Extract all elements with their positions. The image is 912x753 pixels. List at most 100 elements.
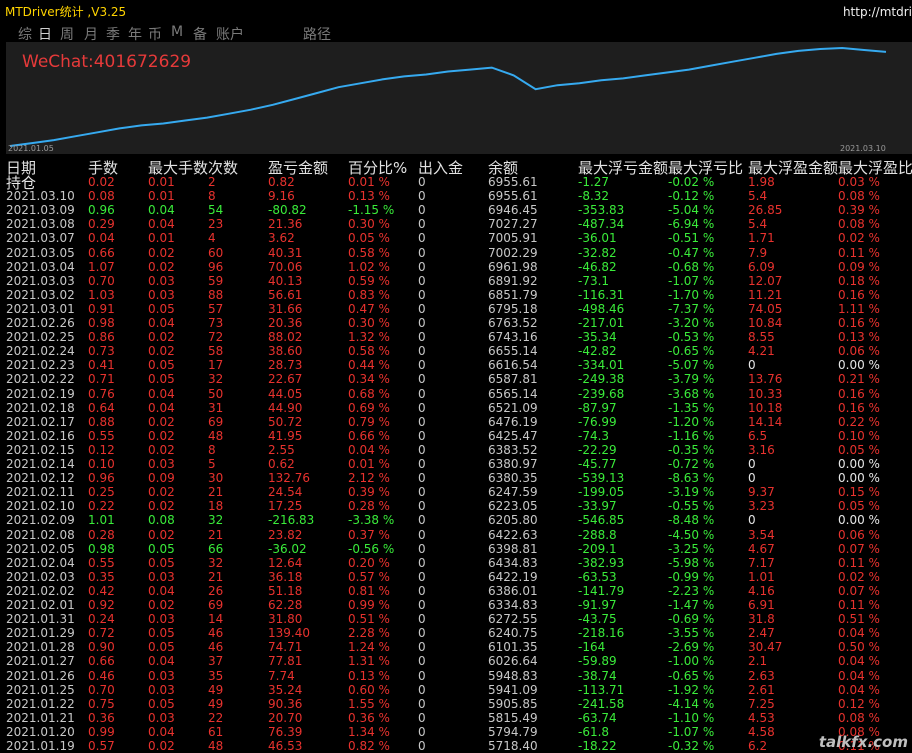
cell-percent: 0.47 %: [348, 301, 390, 316]
cell-date: 2021.03.09: [6, 203, 75, 218]
cell-max-float-loss-pct: -3.20 %: [668, 316, 715, 330]
cell-balance: 7027.27: [488, 217, 538, 232]
cell-max-float-loss-pct: -4.14 %: [668, 696, 715, 711]
cell-balance: 6763.52: [488, 316, 538, 330]
cell-max-float-loss-pct: -2.69 %: [668, 640, 715, 655]
cell-count: 49: [208, 696, 224, 711]
tab-6[interactable]: 币: [148, 24, 162, 44]
cell-balance: 7005.91: [488, 231, 538, 246]
cell-max-lots: 0.02: [148, 428, 175, 443]
cell-balance: 6026.64: [488, 654, 538, 669]
cell-deposit-withdraw: 0: [418, 175, 426, 189]
cell-count: 73: [208, 316, 224, 330]
cell-deposit-withdraw: 0: [418, 301, 426, 316]
cell-lots: 0.55: [88, 428, 115, 443]
cell-max-float-profit-pct: 0.16 %: [838, 316, 880, 330]
cell-date: 2021.02.22: [6, 372, 75, 387]
cell-count: 88: [208, 287, 224, 302]
cell-lots: 0.64: [88, 400, 115, 415]
cell-max-float-profit: 10.33: [748, 386, 783, 401]
cell-lots: 0.28: [88, 527, 115, 542]
cell-percent: 0.20 %: [348, 555, 390, 570]
cell-max-float-loss: -46.82: [578, 259, 617, 274]
site-url[interactable]: http://mtdri: [843, 5, 912, 19]
cell-count: 23: [208, 217, 224, 232]
cell-balance: 6240.75: [488, 626, 538, 641]
cell-max-float-loss-pct: -1.10 %: [668, 710, 715, 725]
cell-date: 2021.02.08: [6, 527, 75, 542]
cell-percent: 0.13 %: [348, 668, 390, 683]
tab-5[interactable]: 年: [128, 24, 142, 44]
cell-max-float-profit-pct: 0.06 %: [838, 527, 880, 542]
cell-lots: 0.41: [88, 358, 115, 373]
cell-max-float-profit: 2.47: [748, 626, 775, 641]
cell-count: 17: [208, 358, 224, 373]
cell-max-float-loss: -91.97: [578, 598, 617, 612]
cell-max-float-loss-pct: -5.98 %: [668, 555, 715, 570]
cell-date: 2021.02.03: [6, 569, 75, 584]
cell-max-float-loss-pct: -1.92 %: [668, 682, 715, 697]
cell-max-float-profit: 10.84: [748, 316, 783, 330]
tab-3[interactable]: 月: [84, 24, 98, 44]
cell-max-lots: 0.02: [148, 414, 175, 429]
cell-profit-loss: 74.71: [268, 640, 303, 655]
cell-date: 2021.03.01: [6, 301, 75, 316]
cell-max-float-profit: 11.21: [748, 287, 783, 302]
cell-max-float-loss-pct: -0.51 %: [668, 231, 715, 246]
cell-max-float-profit: 14.14: [748, 414, 783, 429]
cell-max-lots: 0.02: [148, 245, 175, 260]
cell-max-lots: 0.03: [148, 569, 175, 584]
cell-balance: 5718.40: [488, 739, 538, 753]
tab-0[interactable]: 综: [18, 24, 32, 44]
cell-max-lots: 0.01: [148, 175, 175, 189]
cell-max-float-profit-pct: 0.02 %: [838, 231, 880, 246]
cell-lots: 0.29: [88, 217, 115, 232]
cell-max-float-profit-pct: 0.04 %: [838, 626, 880, 641]
cell-max-float-loss-pct: -2.23 %: [668, 583, 715, 598]
cell-max-float-loss: -218.16: [578, 626, 625, 641]
cell-deposit-withdraw: 0: [418, 316, 426, 330]
cell-date: 2021.03.02: [6, 287, 75, 302]
cell-profit-loss: 24.54: [268, 485, 303, 500]
cell-profit-loss: 35.24: [268, 682, 303, 697]
cell-max-float-profit-pct: 0.21 %: [838, 372, 880, 387]
tab-1[interactable]: 日: [38, 24, 52, 44]
cell-max-lots: 0.02: [148, 739, 175, 753]
cell-lots: 0.99: [88, 724, 115, 739]
cell-max-lots: 0.01: [148, 231, 175, 246]
cell-lots: 0.36: [88, 710, 115, 725]
cell-lots: 0.24: [88, 612, 115, 627]
tab-4[interactable]: 季: [106, 24, 120, 44]
cell-date: 2021.01.29: [6, 626, 75, 641]
cell-percent: 0.99 %: [348, 598, 390, 612]
cell-percent: 2.28 %: [348, 626, 390, 641]
cell-max-float-profit: 3.54: [748, 527, 775, 542]
cell-max-float-loss: -8.32: [578, 189, 610, 204]
cell-deposit-withdraw: 0: [418, 259, 426, 274]
cell-deposit-withdraw: 0: [418, 442, 426, 457]
cell-max-float-profit: 6.5: [748, 428, 768, 443]
cell-max-float-profit-pct: 0.09 %: [838, 259, 880, 274]
tab-10[interactable]: 路径: [303, 24, 331, 44]
cell-max-float-profit-pct: 0.50 %: [838, 640, 880, 655]
cell-max-lots: 0.04: [148, 583, 175, 598]
cell-percent: 0.57 %: [348, 569, 390, 584]
cell-lots: 0.92: [88, 598, 115, 612]
tab-2[interactable]: 周: [60, 24, 74, 44]
tab-8[interactable]: 备: [193, 24, 207, 44]
cell-max-float-profit: 6.91: [748, 598, 775, 612]
cell-max-float-profit-pct: 0.11 %: [838, 555, 880, 570]
cell-balance: 6955.61: [488, 189, 538, 204]
cell-profit-loss: 31.66: [268, 301, 303, 316]
cell-max-float-profit: 30.47: [748, 640, 783, 655]
cell-lots: 1.01: [88, 513, 115, 528]
cell-profit-loss: 9.16: [268, 189, 295, 204]
cell-max-float-profit: 4.21: [748, 344, 775, 359]
tab-9[interactable]: 账户: [216, 24, 244, 44]
tab-7[interactable]: M: [171, 24, 183, 40]
cell-percent: 0.13 %: [348, 189, 390, 204]
cell-balance: 7002.29: [488, 245, 538, 260]
cell-date: 2021.01.19: [6, 739, 75, 753]
cell-deposit-withdraw: 0: [418, 527, 426, 542]
cell-max-float-loss: -487.34: [578, 217, 625, 232]
